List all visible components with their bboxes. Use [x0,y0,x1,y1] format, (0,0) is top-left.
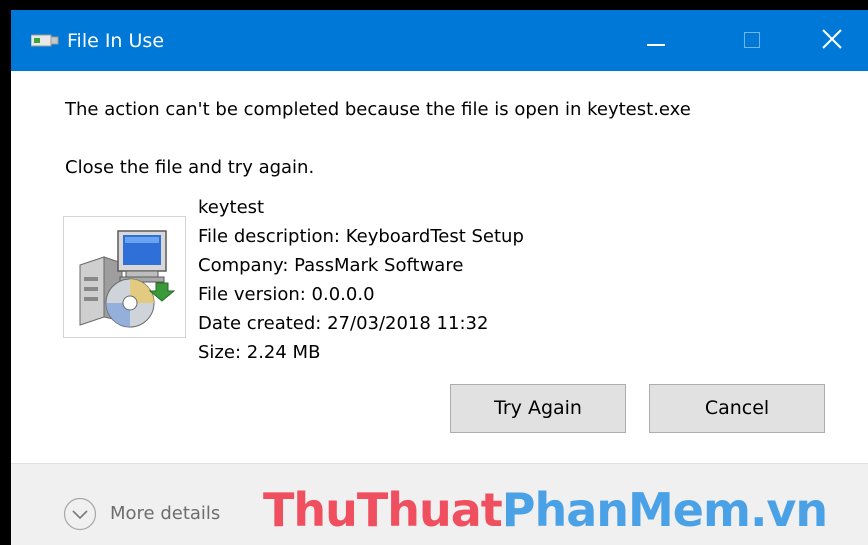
file-in-use-dialog: File In Use The action can't be complete… [11,10,868,545]
file-size: Size: 2.24 MB [198,342,321,363]
instruction-message: Close the file and try again. [65,157,315,178]
error-message: The action can't be completed because th… [65,99,691,120]
file-info: keytest File description: KeyboardTest S… [198,193,524,367]
minimize-icon [647,44,665,46]
file-company: Company: PassMark Software [198,255,464,276]
chevron-down-circle-icon[interactable] [63,497,97,531]
file-version: File version: 0.0.0.0 [198,284,375,305]
minimize-button[interactable] [623,10,689,71]
maximize-button [720,10,786,71]
file-name: keytest [198,197,265,218]
close-button[interactable] [801,10,867,71]
file-thumbnail [63,216,186,338]
cancel-button[interactable]: Cancel [649,384,825,433]
watermark: ThuThuatPhanMem.vn [263,482,828,538]
try-again-button[interactable]: Try Again [450,384,626,433]
file-description: File description: KeyboardTest Setup [198,226,524,247]
file-date-created: Date created: 27/03/2018 11:32 [198,313,489,334]
setup-installer-icon [79,230,176,328]
maximize-icon [744,32,760,48]
watermark-part1: ThuThuat [263,483,503,537]
footer: More details ThuThuatPhanMem.vn [11,464,868,545]
more-details-link[interactable]: More details [110,502,220,526]
drive-icon [31,34,59,47]
close-icon [822,29,842,49]
title-bar[interactable]: File In Use [11,10,868,71]
watermark-part2: PhanMem.vn [501,483,828,537]
window-title: File In Use [67,30,165,52]
